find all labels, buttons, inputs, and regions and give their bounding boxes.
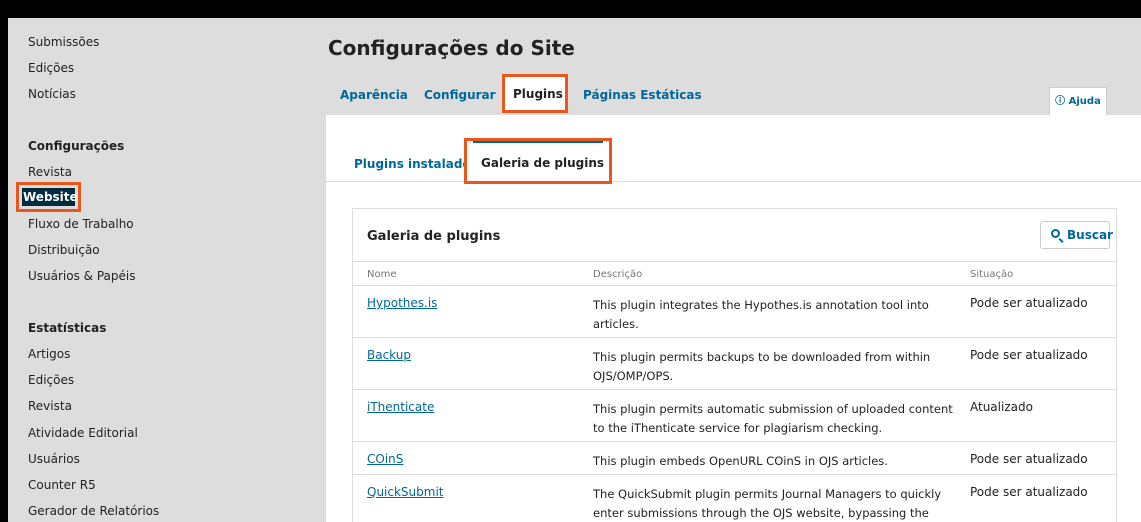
plugin-status: Pode ser atualizado (970, 452, 1088, 466)
plugin-status: Pode ser atualizado (970, 296, 1088, 310)
plugin-description: This plugin embeds OpenURL COinS in OJS … (593, 454, 888, 468)
plugin-gallery-grid: Galeria de plugins Buscar Nome Descrição… (352, 208, 1117, 522)
plugin-status: Pode ser atualizado (970, 485, 1088, 499)
table-row: COinS This plugin embeds OpenURL COinS i… (353, 442, 1116, 475)
sidebar-item-usuarios[interactable]: Usuários (28, 451, 80, 467)
settings-panel: Plugins instalados Galeria de plugins Ga… (326, 115, 1141, 522)
plugin-description: This plugin integrates the Hypothes.is a… (593, 298, 929, 331)
grid-title: Galeria de plugins (367, 229, 501, 244)
table-row: Hypothes.is This plugin integrates the H… (353, 286, 1116, 338)
search-icon (1051, 229, 1060, 238)
sidebar-item-website[interactable]: Website (22, 188, 78, 206)
sidebar-heading-configuracoes: Configurações (28, 139, 125, 153)
sidebar-item-submissoes[interactable]: Submissões (28, 34, 99, 50)
sidebar-item-stats-revista[interactable]: Revista (28, 398, 72, 414)
plugin-status: Pode ser atualizado (970, 348, 1088, 362)
sidebar-item-atividade-editorial[interactable]: Atividade Editorial (28, 425, 138, 441)
search-label: Buscar (1067, 228, 1113, 242)
tab-configurar[interactable]: Configurar (424, 88, 496, 102)
table-row: iThenticate This plugin permits automati… (353, 390, 1116, 442)
sidebar-item-revista[interactable]: Revista (28, 164, 72, 180)
sidebar-item-website-highlight[interactable]: Website (16, 182, 81, 212)
column-header-nome: Nome (367, 269, 397, 280)
sidebar-heading-estatisticas: Estatísticas (28, 321, 107, 335)
subtab-plugins-instalados[interactable]: Plugins instalados (354, 157, 478, 171)
search-button[interactable]: Buscar (1040, 221, 1113, 249)
active-tab-indicator (473, 141, 603, 143)
sidebar-item-usuarios-papeis[interactable]: Usuários & Papéis (28, 268, 135, 284)
tab-paginas-estaticas[interactable]: Páginas Estáticas (583, 88, 702, 102)
info-circle-icon: ⓘ (1055, 96, 1066, 107)
subtab-galeria-label: Galeria de plugins (481, 156, 605, 170)
plugin-description: The QuickSubmit plugin permits Journal M… (593, 487, 942, 520)
sidebar-item-artigos[interactable]: Artigos (28, 346, 70, 362)
sidebar-item-gerador-de-relatorios[interactable]: Gerador de Relatórios (28, 503, 159, 519)
plugin-name-link[interactable]: Hypothes.is (367, 296, 437, 310)
table-row: Backup This plugin permits backups to be… (353, 338, 1116, 390)
subtab-bar: Plugins instalados Galeria de plugins (326, 115, 1141, 184)
sidebar-item-distribuicao[interactable]: Distribuição (28, 242, 100, 258)
plugin-name-link[interactable]: iThenticate (367, 400, 434, 414)
tab-aparencia[interactable]: Aparência (340, 88, 408, 102)
grid-header: Nome Descrição Situação (353, 261, 1116, 286)
page-title: Configurações do Site (328, 36, 575, 60)
column-header-situacao: Situação (970, 269, 1014, 280)
plugin-name-link[interactable]: COinS (367, 452, 403, 466)
help-label: Ajuda (1068, 96, 1101, 107)
plugin-name-link[interactable]: Backup (367, 348, 411, 362)
plugin-name-link[interactable]: QuickSubmit (367, 485, 444, 499)
sidebar-item-edicoes[interactable]: Edições (28, 60, 74, 76)
sidebar: Submissões Edições Notícias Configuraçõe… (8, 18, 318, 522)
tab-plugins[interactable]: Plugins (502, 74, 568, 113)
subtab-galeria-de-plugins[interactable]: Galeria de plugins (464, 138, 612, 184)
plugin-status: Atualizado (970, 400, 1033, 414)
column-header-descricao: Descrição (593, 269, 643, 280)
sidebar-item-counter-r5[interactable]: Counter R5 (28, 477, 96, 493)
app-window: Submissões Edições Notícias Configuraçõe… (8, 18, 1141, 522)
sidebar-item-stats-edicoes[interactable]: Edições (28, 372, 74, 388)
table-row: QuickSubmit The QuickSubmit plugin permi… (353, 475, 1116, 522)
plugin-description: This plugin permits backups to be downlo… (593, 350, 931, 383)
help-button[interactable]: ⓘ Ajuda (1049, 87, 1107, 115)
sidebar-item-noticias[interactable]: Notícias (28, 86, 76, 102)
plugin-description: This plugin permits automatic submission… (593, 402, 953, 435)
sidebar-item-fluxo-de-trabalho[interactable]: Fluxo de Trabalho (28, 216, 134, 232)
tab-plugins-label: Plugins (513, 87, 563, 101)
main-content: Configurações do Site Aparência Configur… (318, 18, 1141, 522)
